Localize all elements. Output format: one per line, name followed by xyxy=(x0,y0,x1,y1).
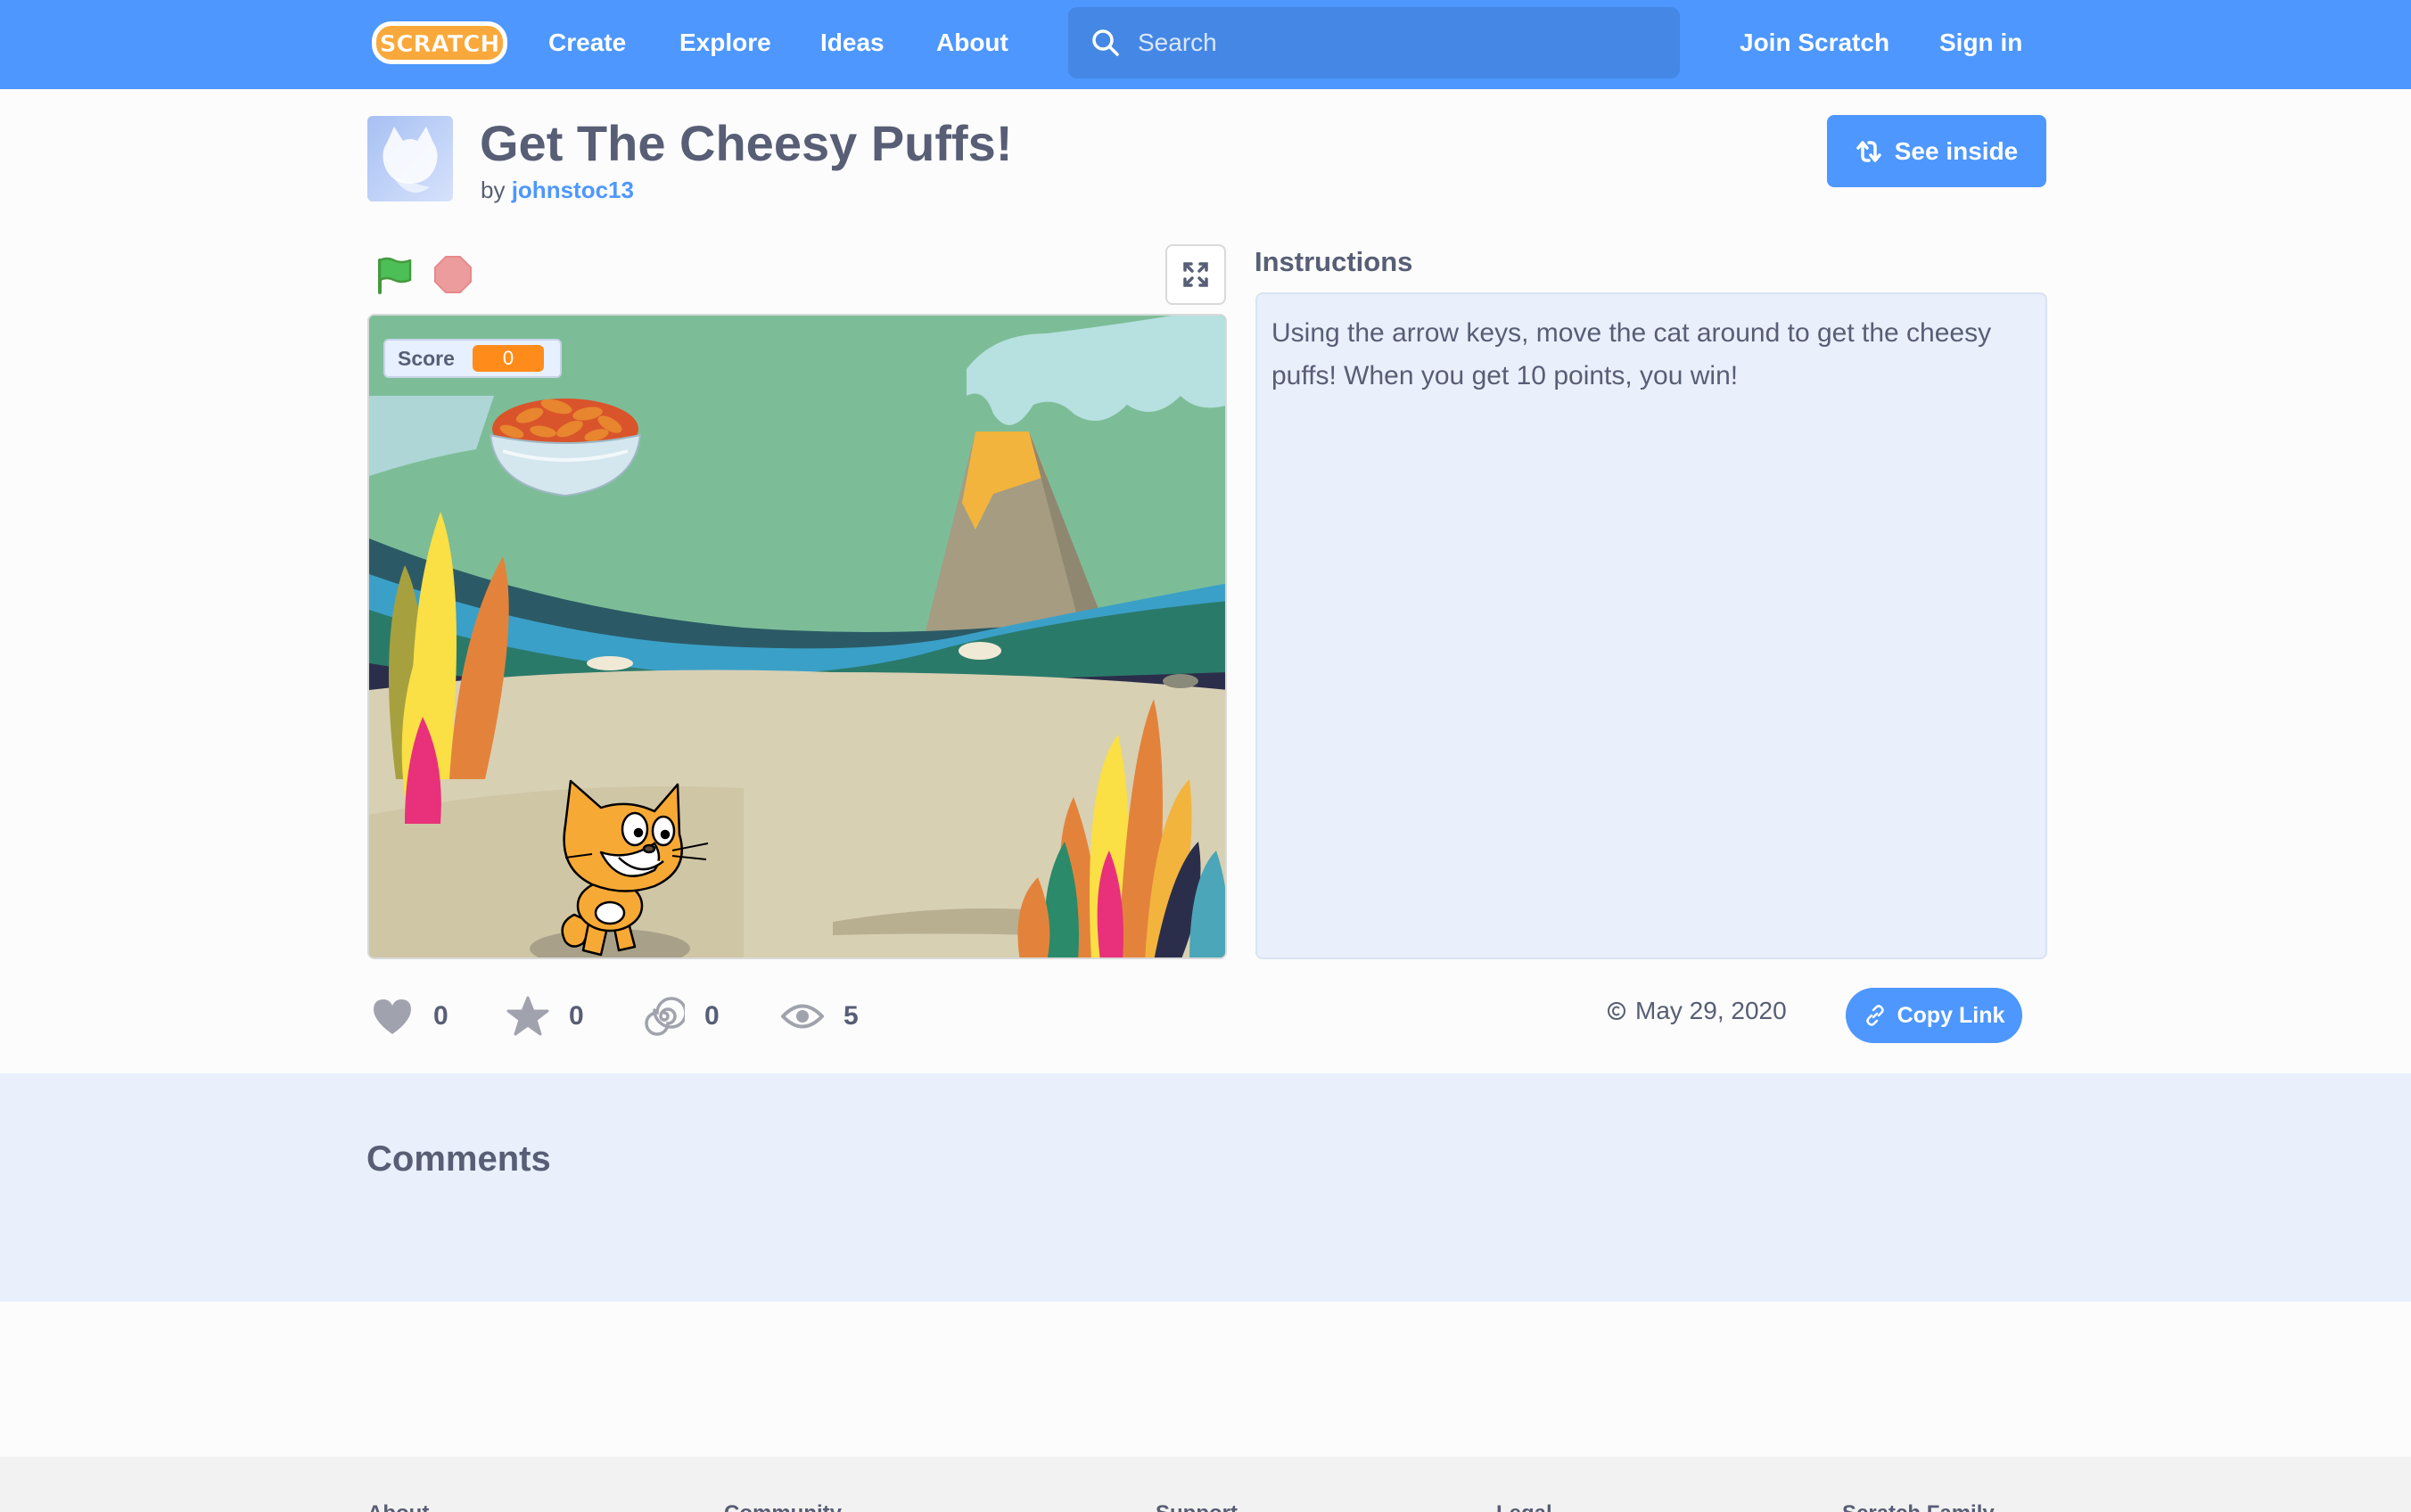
author-link[interactable]: johnstoc13 xyxy=(512,177,634,203)
author-avatar[interactable] xyxy=(367,116,453,201)
favorite-stat[interactable]: 0 xyxy=(506,995,584,1038)
nav-create[interactable]: Create xyxy=(548,0,626,89)
navbar-inner: SCRATCH Create Explore Ideas About Join … xyxy=(0,0,2411,89)
comments-heading: Comments xyxy=(366,1139,551,1179)
heart-icon xyxy=(374,999,411,1034)
score-value: 0 xyxy=(472,345,544,372)
nav-about[interactable]: About xyxy=(936,0,1008,89)
views-stat: 5 xyxy=(781,995,859,1038)
search-input[interactable] xyxy=(1138,7,1655,78)
footer-col-about[interactable]: About xyxy=(367,1501,429,1512)
favorite-count: 0 xyxy=(569,1001,584,1031)
join-scratch-link[interactable]: Join Scratch xyxy=(1740,0,1889,89)
views-count: 5 xyxy=(843,1001,859,1031)
stop-sign-icon[interactable] xyxy=(432,253,474,296)
see-inside-button[interactable]: See inside xyxy=(1827,115,2046,187)
star-icon xyxy=(506,996,549,1036)
nav-explore[interactable]: Explore xyxy=(679,0,771,89)
love-count: 0 xyxy=(433,1001,448,1031)
project-title: Get The Cheesy Puffs! xyxy=(480,115,1013,171)
copyright-icon xyxy=(1608,1002,1625,1020)
green-flag-icon[interactable] xyxy=(374,253,417,296)
scratch-logo[interactable]: SCRATCH xyxy=(369,18,510,68)
byline: by johnstoc13 xyxy=(481,177,634,204)
copy-link-label: Copy Link xyxy=(1897,1002,2005,1028)
instructions-text: Using the arrow keys, move the cat aroun… xyxy=(1271,318,1992,390)
cheesy-puffs-bowl-sprite[interactable] xyxy=(485,380,646,505)
footer-col-support[interactable]: Support xyxy=(1156,1501,1238,1512)
eye-icon xyxy=(781,1004,824,1029)
search-box xyxy=(1068,7,1680,78)
share-date: May 29, 2020 xyxy=(1607,997,1787,1025)
footer-col-scratch-family[interactable]: Scratch Family xyxy=(1842,1501,1995,1512)
remix-arrows-icon xyxy=(1856,140,1881,162)
by-label: by xyxy=(481,177,506,203)
remix-count: 0 xyxy=(704,1001,720,1031)
score-label: Score xyxy=(398,346,455,370)
copy-link-button[interactable]: Copy Link xyxy=(1846,988,2022,1043)
search-icon xyxy=(1092,29,1119,56)
cat-silhouette-icon xyxy=(383,127,438,193)
navbar: SCRATCH Create Explore Ideas About Join … xyxy=(0,0,2411,89)
project-stage[interactable]: Score 0 xyxy=(367,314,1227,959)
nav-ideas[interactable]: Ideas xyxy=(820,0,885,89)
instructions-box: Using the arrow keys, move the cat aroun… xyxy=(1255,292,2047,959)
footer-col-community[interactable]: Community xyxy=(724,1501,842,1512)
sign-in-link[interactable]: Sign in xyxy=(1939,0,2022,89)
comments-section: Comments xyxy=(0,1073,2411,1302)
scratch-logo-text: SCRATCH xyxy=(380,31,500,58)
link-icon xyxy=(1865,1005,1884,1026)
scratch-cat-sprite[interactable] xyxy=(539,772,717,959)
love-stat[interactable]: 0 xyxy=(371,995,448,1038)
see-inside-label: See inside xyxy=(1894,136,2019,165)
footer: About Community Support Legal Scratch Fa… xyxy=(0,1457,2411,1512)
fullscreen-icon xyxy=(1183,262,1208,287)
footer-col-legal[interactable]: Legal xyxy=(1496,1501,1552,1512)
remix-spiral-icon xyxy=(645,997,685,1036)
score-monitor: Score 0 xyxy=(383,339,562,378)
remix-stat: 0 xyxy=(644,995,720,1038)
instructions-heading: Instructions xyxy=(1255,246,1413,277)
share-date-text: May 29, 2020 xyxy=(1635,997,1787,1024)
fullscreen-button[interactable] xyxy=(1165,244,1226,305)
